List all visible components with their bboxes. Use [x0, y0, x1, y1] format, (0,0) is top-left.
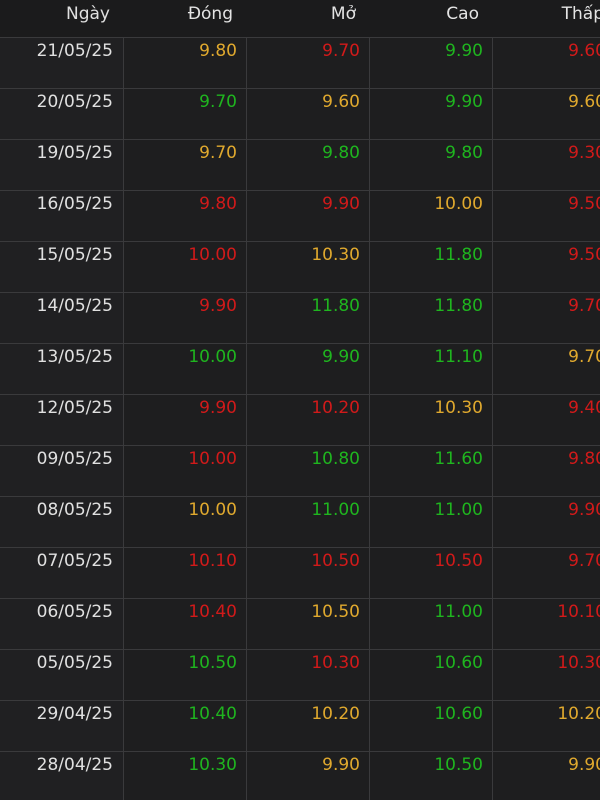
cell-high: 11.80: [370, 242, 493, 292]
cell-open: 9.70: [247, 38, 370, 88]
table-row[interactable]: 13/05/2510.009.9011.109.70: [0, 344, 600, 395]
price-history-table: Ngày Đóng Mở Cao Thấp 21/05/25 9.80 9.70 9.…: [0, 0, 600, 800]
cell-open: 9.90: [247, 752, 370, 800]
table-row[interactable]: 12/05/259.9010.2010.309.40: [0, 395, 600, 446]
cell-date: 14/05/25: [0, 293, 124, 343]
cell-open: 9.90: [247, 191, 370, 241]
cell-low: 9.80: [493, 446, 600, 496]
table-row[interactable]: 05/05/2510.5010.3010.6010.30: [0, 650, 600, 701]
cell-close: 10.50: [124, 650, 247, 700]
cell-open: 9.60: [247, 89, 370, 139]
cell-close: 9.80: [124, 191, 247, 241]
cell-high: 9.90: [370, 38, 493, 88]
cell-low: 9.40: [493, 395, 600, 445]
cell-low: 9.50: [493, 242, 600, 292]
cell-close: 10.10: [124, 548, 247, 598]
cell-high: 10.50: [370, 548, 493, 598]
cell-close: 10.40: [124, 701, 247, 751]
cell-close: 9.90: [124, 395, 247, 445]
cell-low: 9.70: [493, 293, 600, 343]
table-row[interactable]: 28/04/2510.309.9010.509.90: [0, 752, 600, 800]
cell-high: 11.60: [370, 446, 493, 496]
cell-close: 10.00: [124, 497, 247, 547]
cell-close: 9.90: [124, 293, 247, 343]
cell-open: 10.20: [247, 701, 370, 751]
cell-date: 15/05/25: [0, 242, 124, 292]
table-row[interactable]: 14/05/259.9011.8011.809.70: [0, 293, 600, 344]
cell-low: 9.50: [493, 191, 600, 241]
table-row[interactable]: 20/05/259.709.609.909.60: [0, 89, 600, 140]
table-row[interactable]: 15/05/2510.0010.3011.809.50: [0, 242, 600, 293]
cell-date: 07/05/25: [0, 548, 124, 598]
table-row[interactable]: 16/05/259.809.9010.009.50: [0, 191, 600, 242]
table-row[interactable]: 08/05/2510.0011.0011.009.90: [0, 497, 600, 548]
cell-date: 19/05/25: [0, 140, 124, 190]
cell-close: 9.80: [124, 38, 247, 88]
table-header: Ngày Đóng Mở Cao Thấp: [0, 0, 600, 38]
cell-close: 9.70: [124, 140, 247, 190]
cell-date: 06/05/25: [0, 599, 124, 649]
cell-date: 08/05/25: [0, 497, 124, 547]
cell-open: 10.20: [247, 395, 370, 445]
cell-close: 10.40: [124, 599, 247, 649]
cell-date: 29/04/25: [0, 701, 124, 751]
cell-date: 20/05/25: [0, 89, 124, 139]
cell-low: 9.90: [493, 752, 600, 800]
cell-close: 10.00: [124, 446, 247, 496]
cell-date: 16/05/25: [0, 191, 124, 241]
cell-open: 9.80: [247, 140, 370, 190]
cell-open: 10.30: [247, 650, 370, 700]
cell-high: 11.80: [370, 293, 493, 343]
cell-open: 9.90: [247, 344, 370, 394]
cell-high: 10.60: [370, 701, 493, 751]
cell-low: 10.30: [493, 650, 600, 700]
cell-date: 13/05/25: [0, 344, 124, 394]
cell-low: 9.60: [493, 89, 600, 139]
cell-open: 10.50: [247, 548, 370, 598]
cell-open: 11.80: [247, 293, 370, 343]
cell-low: 10.10: [493, 599, 600, 649]
cell-high: 11.10: [370, 344, 493, 394]
cell-low: 9.70: [493, 344, 600, 394]
cell-date: 05/05/25: [0, 650, 124, 700]
table-row[interactable]: 09/05/2510.0010.8011.609.80: [0, 446, 600, 497]
cell-close: 9.70: [124, 89, 247, 139]
column-header-high[interactable]: Cao: [370, 0, 493, 38]
cell-low: 10.20: [493, 701, 600, 751]
table-row[interactable]: 29/04/2510.4010.2010.6010.20: [0, 701, 600, 752]
cell-open: 10.80: [247, 446, 370, 496]
cell-high: 10.50: [370, 752, 493, 800]
cell-close: 10.00: [124, 242, 247, 292]
table-row[interactable]: 19/05/259.709.809.809.30: [0, 140, 600, 191]
cell-high: 9.80: [370, 140, 493, 190]
cell-low: 9.90: [493, 497, 600, 547]
column-header-low[interactable]: Thấp: [493, 0, 600, 38]
table-row[interactable]: 06/05/2510.4010.5011.0010.10: [0, 599, 600, 650]
cell-date: 12/05/25: [0, 395, 124, 445]
cell-high: 10.60: [370, 650, 493, 700]
cell-open: 11.00: [247, 497, 370, 547]
cell-close: 10.00: [124, 344, 247, 394]
column-header-open[interactable]: Mở: [247, 0, 370, 38]
cell-low: 9.60: [493, 38, 600, 88]
cell-high: 9.90: [370, 89, 493, 139]
cell-open: 10.50: [247, 599, 370, 649]
cell-open: 10.30: [247, 242, 370, 292]
cell-low: 9.70: [493, 548, 600, 598]
cell-high: 11.00: [370, 599, 493, 649]
table-row[interactable]: 21/05/259.809.709.909.60: [0, 38, 600, 89]
cell-high: 10.00: [370, 191, 493, 241]
cell-high: 11.00: [370, 497, 493, 547]
column-header-close[interactable]: Đóng: [124, 0, 247, 38]
column-header-date[interactable]: Ngày: [0, 0, 124, 38]
table-row[interactable]: 07/05/2510.1010.5010.509.70: [0, 548, 600, 599]
cell-date: 28/04/25: [0, 752, 124, 800]
cell-low: 9.30: [493, 140, 600, 190]
cell-close: 10.30: [124, 752, 247, 800]
cell-date: 21/05/25: [0, 38, 124, 88]
cell-high: 10.30: [370, 395, 493, 445]
cell-date: 09/05/25: [0, 446, 124, 496]
